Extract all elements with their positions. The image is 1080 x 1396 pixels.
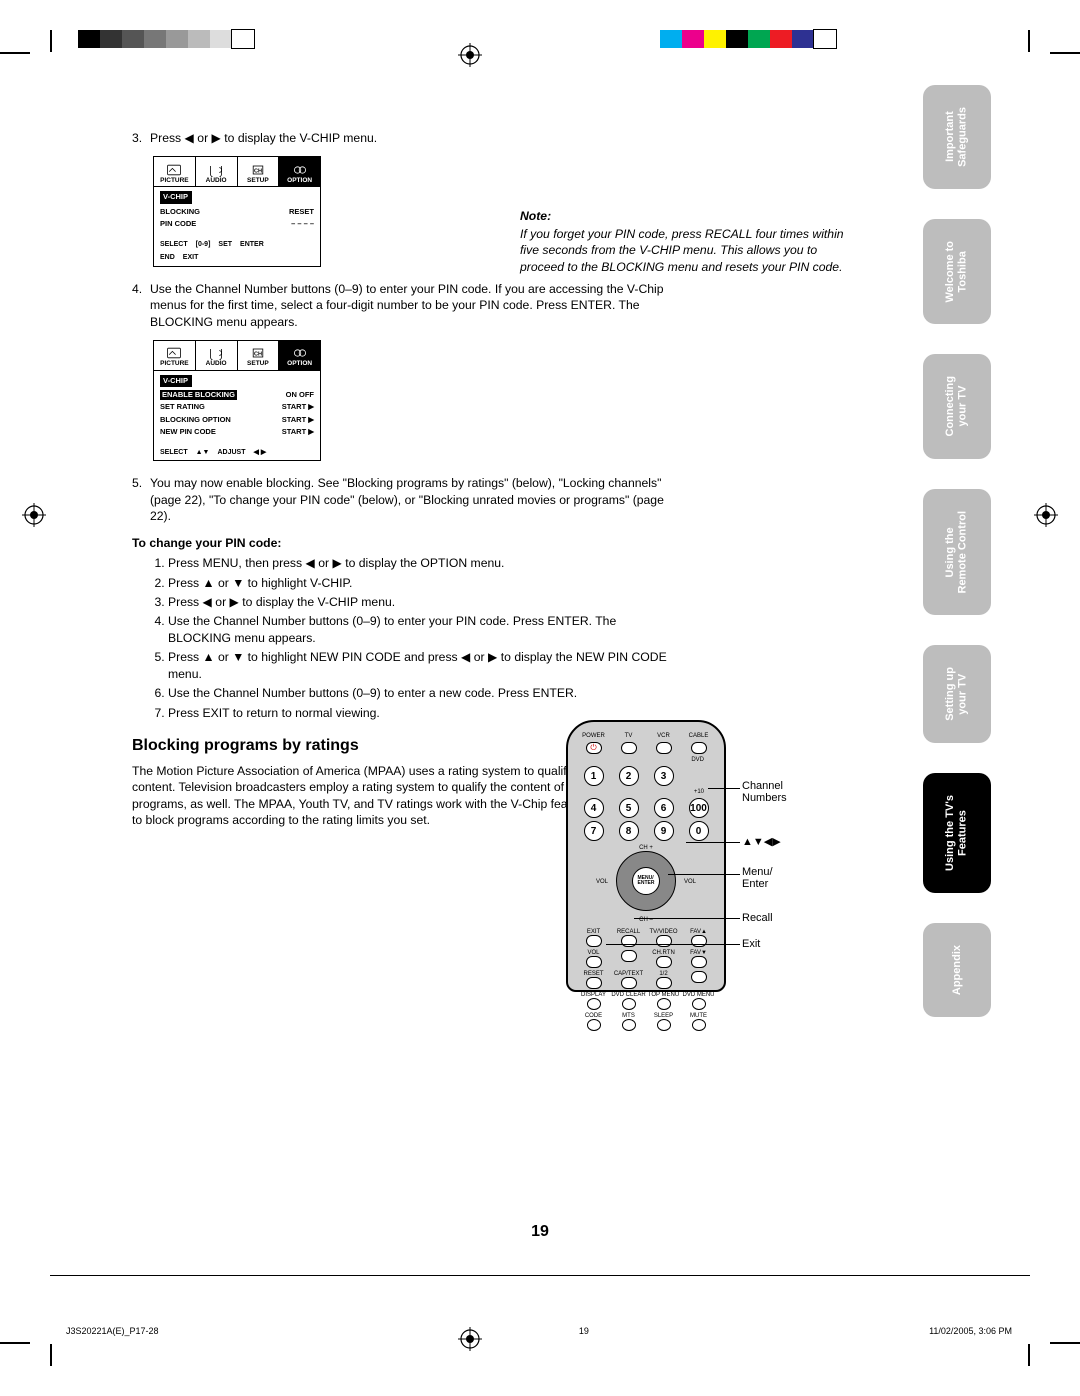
section-tab: Using the Remote Control: [923, 489, 991, 616]
section-tab: Setting up your TV: [923, 645, 991, 743]
registration-target-icon: [1034, 503, 1058, 527]
remote-label: DVD: [576, 757, 716, 763]
svg-text:CH: CH: [254, 168, 262, 174]
section-tab: Connecting your TV: [923, 354, 991, 459]
section-tabs: Important Safeguards Welcome to Toshiba Co…: [923, 85, 991, 1017]
menu-tab: PICTURE: [154, 157, 196, 186]
step-text: You may now enable blocking. See "Blocki…: [150, 475, 670, 524]
menu-heading: V-CHIP: [160, 191, 192, 203]
note-text: If you forget your PIN code, press RECAL…: [520, 226, 860, 275]
callout-menu-enter: Menu/ Enter: [742, 866, 773, 890]
note-block: Note: If you forget your PIN code, press…: [520, 209, 860, 275]
menu-heading: V-CHIP: [160, 375, 192, 387]
color-bar: [660, 30, 836, 48]
remote-dpad: CH + CH – VOL VOL MENU/ ENTER: [596, 845, 696, 923]
vchip-menu-1: PICTUREAUDIOCHSETUPOPTION V-CHIP BLOCKIN…: [153, 156, 321, 266]
crop-mark: [1028, 1344, 1030, 1366]
remote-label: VOL: [684, 879, 696, 885]
crop-mark: [1050, 52, 1080, 54]
callout-exit: Exit: [742, 938, 760, 950]
footer-timestamp: 11/02/2005, 3:06 PM: [929, 1326, 1012, 1336]
pin-change-heading: To change your PIN code:: [132, 535, 670, 551]
grayscale-bar: [78, 30, 254, 48]
step-number: 3.: [132, 130, 142, 146]
step-text: Use the Channel Number buttons (0–9) to …: [150, 281, 670, 330]
remote-diagram: POWERTVVCRCABLE ⏻ DVD 123 +10 456100 789…: [566, 720, 866, 992]
list-item: Press EXIT to return to normal viewing.: [168, 705, 670, 721]
list-item: Press MENU, then press ◀ or ▶ to display…: [168, 555, 670, 571]
note-heading: Note:: [520, 209, 860, 223]
menu-enter-button: MENU/ ENTER: [632, 867, 660, 895]
menu-tab: AUDIO: [196, 157, 238, 186]
list-item: Press ◀ or ▶ to display the V-CHIP menu.: [168, 594, 670, 610]
step-number: 5.: [132, 475, 142, 491]
crop-mark: [0, 1342, 30, 1344]
remote-label: +10: [576, 789, 716, 795]
list-item: Press ▲ or ▼ to highlight V-CHIP.: [168, 575, 670, 591]
menu-tab: OPTION: [279, 157, 320, 186]
crop-mark: [1028, 30, 1030, 52]
footer-rule: [50, 1275, 1030, 1276]
remote-label: VOL: [596, 879, 608, 885]
list-item: Use the Channel Number buttons (0–9) to …: [168, 685, 670, 701]
crop-mark: [1050, 1342, 1080, 1344]
print-footer: J3S20221A(E)_P17-28 19 11/02/2005, 3:06 …: [66, 1326, 1012, 1336]
menu-tab: AUDIO: [196, 341, 238, 370]
registration-target-icon: [458, 43, 482, 67]
step-text: Press ◀ or ▶ to display the V-CHIP menu.: [150, 130, 670, 146]
vchip-menu-2: PICTUREAUDIOCHSETUPOPTION V-CHIP ENABLE …: [153, 340, 321, 461]
menu-tab: OPTION: [279, 341, 320, 370]
remote-body: POWERTVVCRCABLE ⏻ DVD 123 +10 456100 789…: [566, 720, 726, 992]
section-tab: Welcome to Toshiba: [923, 219, 991, 325]
svg-text:CH: CH: [254, 352, 262, 358]
section-tab: Appendix: [923, 923, 991, 1017]
callout-recall: Recall: [742, 912, 773, 924]
crop-mark: [50, 1344, 52, 1366]
footer-page: 19: [579, 1326, 589, 1336]
menu-tab: CHSETUP: [238, 341, 280, 370]
list-item: Use the Channel Number buttons (0–9) to …: [168, 613, 670, 646]
registration-target-icon: [22, 503, 46, 527]
step-number: 4.: [132, 281, 142, 297]
menu-tab: CHSETUP: [238, 157, 280, 186]
section-tab: Important Safeguards: [923, 85, 991, 189]
page-number: 19: [0, 1223, 1080, 1241]
pin-change-steps: Press MENU, then press ◀ or ▶ to display…: [150, 555, 670, 721]
crop-mark: [50, 30, 52, 52]
footer-filename: J3S20221A(E)_P17-28: [66, 1326, 159, 1336]
callout-arrows: ▲▼◀▶: [742, 836, 781, 848]
callout-channel-numbers: Channel Numbers: [742, 780, 787, 804]
section-tab: Using the TV's Features: [923, 773, 991, 893]
list-item: Press ▲ or ▼ to highlight NEW PIN CODE a…: [168, 649, 670, 682]
menu-tab: PICTURE: [154, 341, 196, 370]
crop-mark: [0, 52, 30, 54]
